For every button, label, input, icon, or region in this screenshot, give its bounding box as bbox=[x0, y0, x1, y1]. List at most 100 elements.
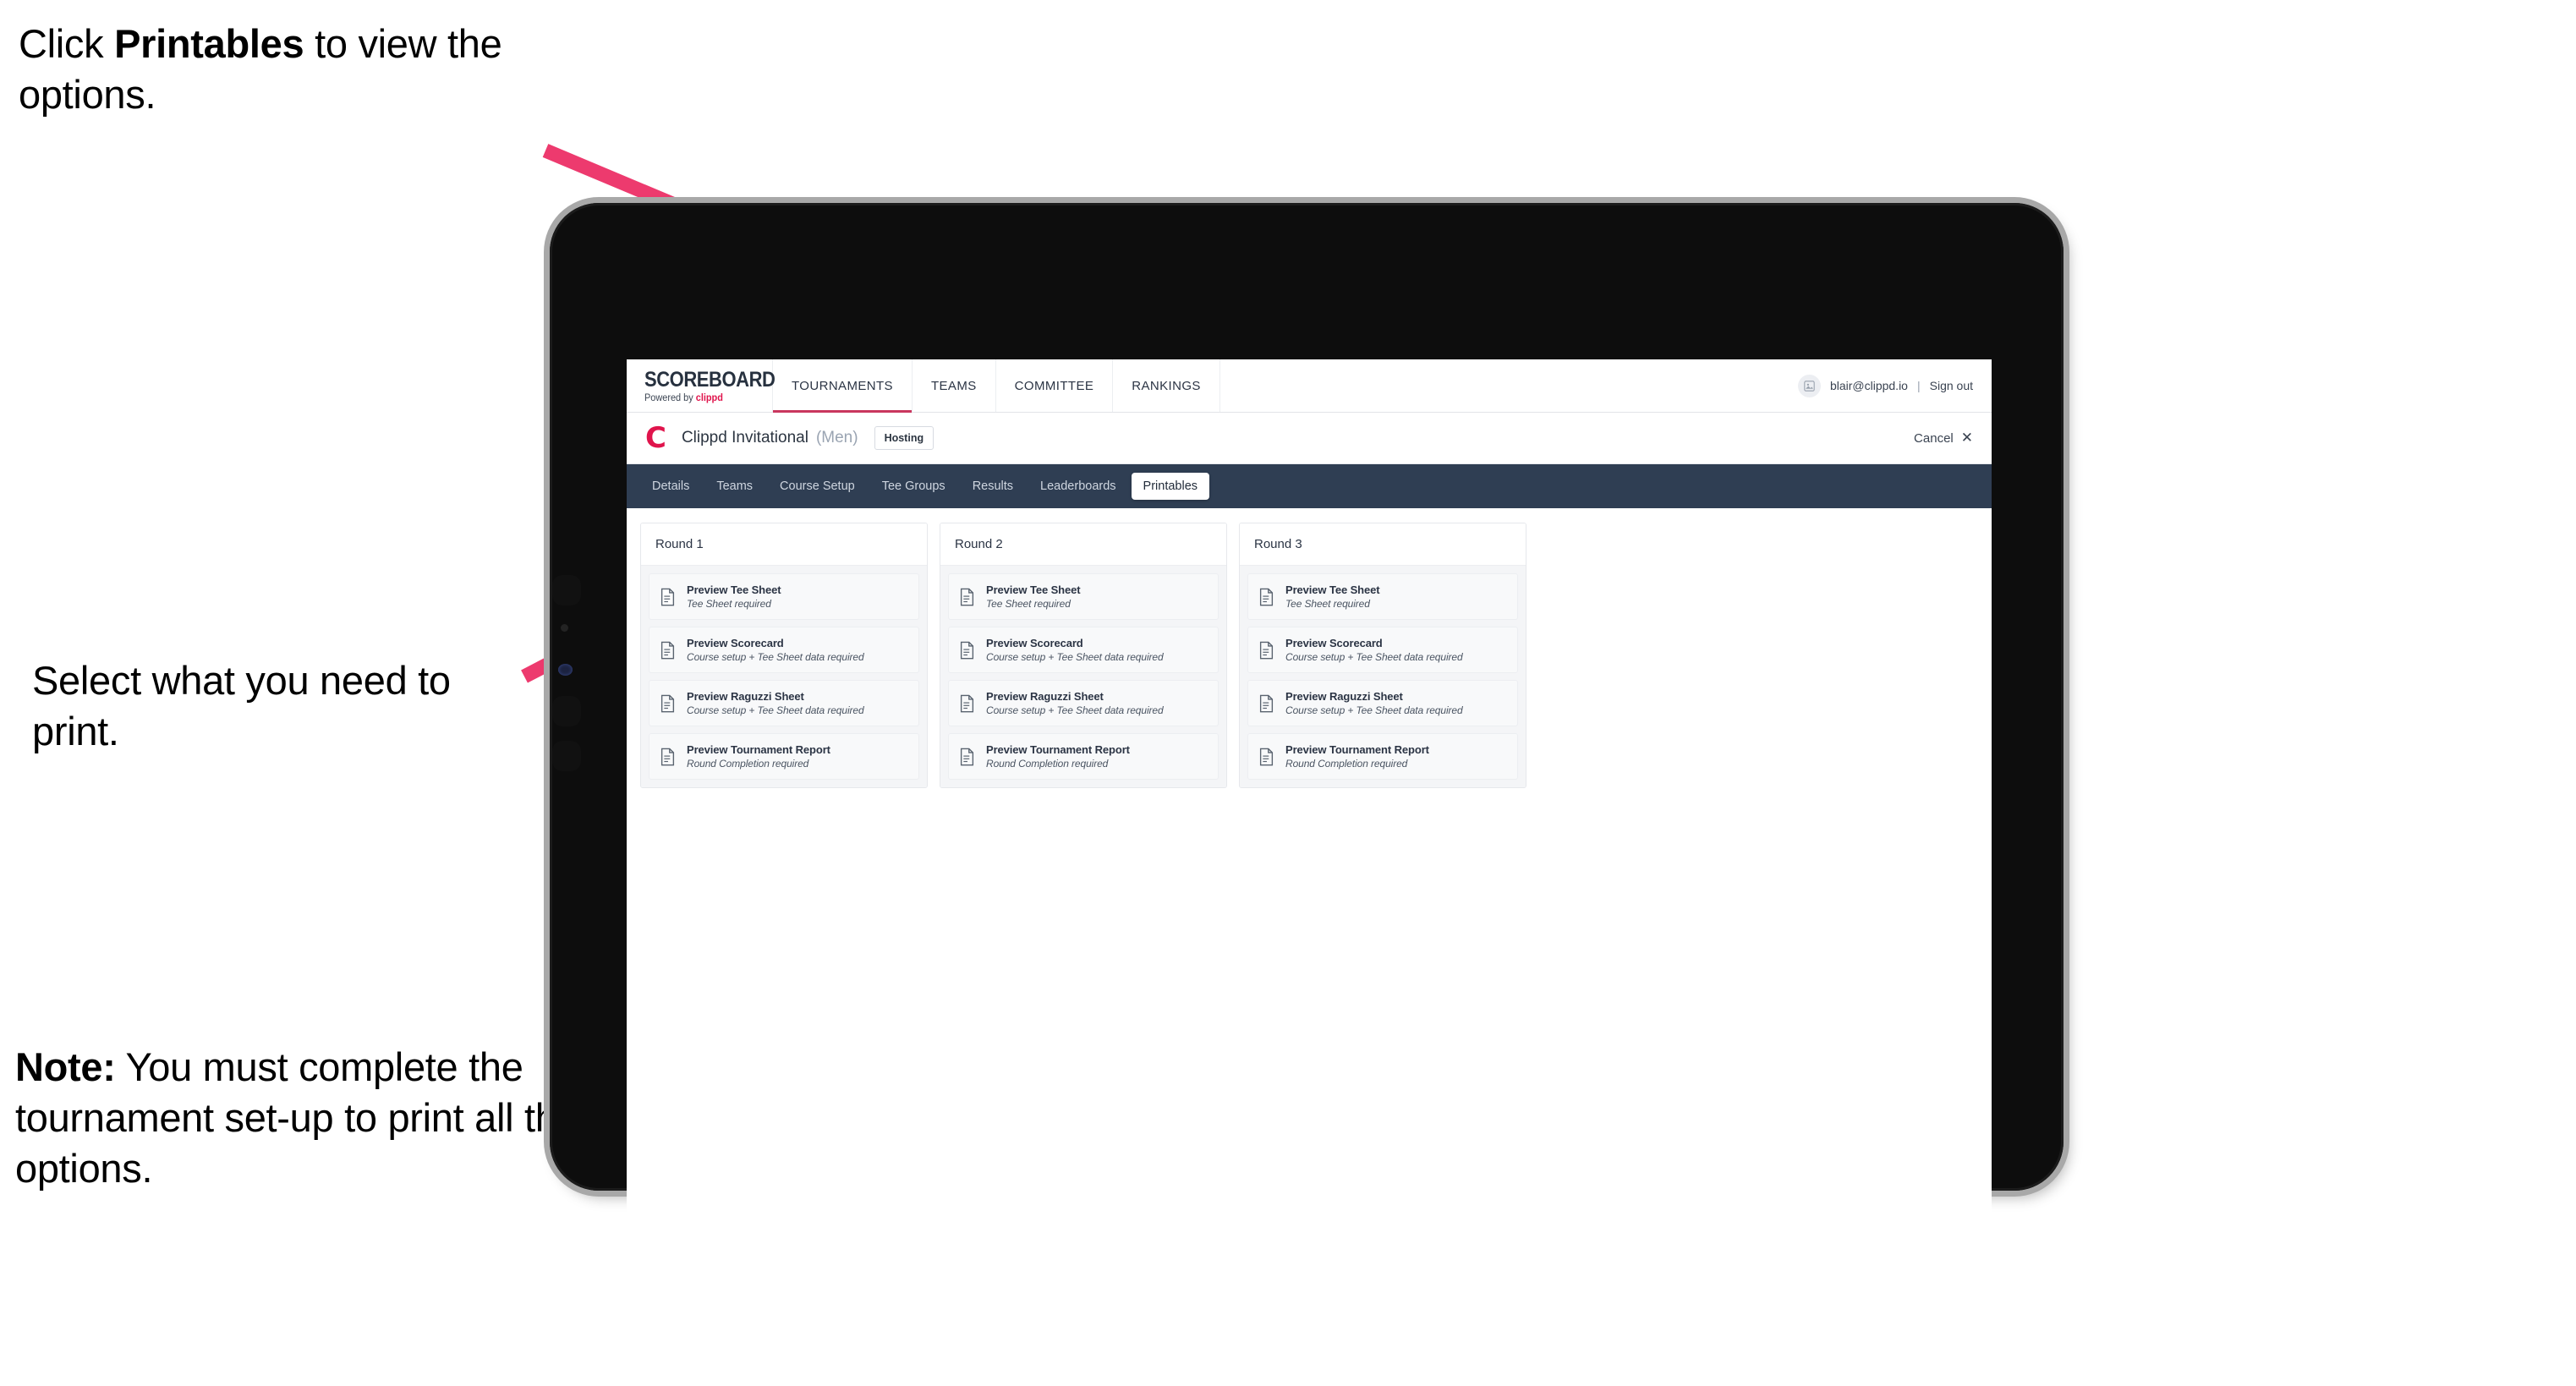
printable-item-requirement: Round Completion required bbox=[687, 758, 809, 770]
document-icon bbox=[960, 748, 974, 765]
logo-brand-clippd: clippd bbox=[695, 393, 723, 403]
printable-item-raguzzi-sheet[interactable]: Preview Raguzzi Sheet Course setup + Tee… bbox=[948, 680, 1219, 726]
document-icon bbox=[960, 588, 974, 605]
printable-item-tee-sheet[interactable]: Preview Tee Sheet Tee Sheet required bbox=[1247, 573, 1518, 620]
scoreboard-logo[interactable]: SCOREBOARD Powered by clippd bbox=[627, 359, 776, 412]
cancel-button[interactable]: Cancel ✕ bbox=[1914, 430, 1973, 446]
topnav-item-teams[interactable]: TEAMS bbox=[913, 359, 996, 412]
annotation-click-printables: Click Printables to view the options. bbox=[19, 19, 577, 120]
round-title: Round 3 bbox=[1240, 523, 1526, 566]
annotation-top-prefix: Click bbox=[19, 21, 115, 66]
tab-leaderboards[interactable]: Leaderboards bbox=[1028, 473, 1128, 500]
printable-item-title: Preview Raguzzi Sheet bbox=[986, 690, 1104, 703]
printable-item-title: Preview Tee Sheet bbox=[986, 583, 1081, 596]
printable-item-requirement: Course setup + Tee Sheet data required bbox=[986, 651, 1164, 663]
round-items-list: Preview Tee Sheet Tee Sheet required Pre… bbox=[1240, 566, 1526, 787]
printable-item-raguzzi-sheet[interactable]: Preview Raguzzi Sheet Course setup + Tee… bbox=[649, 680, 919, 726]
cancel-label: Cancel bbox=[1914, 430, 1954, 446]
printable-item-tournament-report[interactable]: Preview Tournament Report Round Completi… bbox=[1247, 733, 1518, 780]
topnav-item-committee[interactable]: COMMITTEE bbox=[996, 359, 1114, 412]
printable-item-requirement: Course setup + Tee Sheet data required bbox=[1285, 651, 1463, 663]
topnav-item-rankings[interactable]: RANKINGS bbox=[1113, 359, 1220, 412]
printable-item-tee-sheet[interactable]: Preview Tee Sheet Tee Sheet required bbox=[649, 573, 919, 620]
printable-item-raguzzi-sheet[interactable]: Preview Raguzzi Sheet Course setup + Tee… bbox=[1247, 680, 1518, 726]
annotation-top-bold: Printables bbox=[114, 21, 304, 66]
printable-item-text: Preview Tournament Report Round Completi… bbox=[687, 743, 830, 770]
logo-tagline: Powered by clippd bbox=[644, 393, 765, 403]
round-items-list: Preview Tee Sheet Tee Sheet required Pre… bbox=[641, 566, 927, 787]
printable-item-text: Preview Raguzzi Sheet Course setup + Tee… bbox=[1285, 690, 1463, 716]
round-title: Round 1 bbox=[641, 523, 927, 566]
tablet-side-button-middle[interactable] bbox=[552, 696, 581, 726]
annotation-select-what-to-print: Select what you need to print. bbox=[32, 658, 451, 754]
printable-item-requirement: Tee Sheet required bbox=[1285, 598, 1370, 610]
round-column: Round 1 Preview Tee Sheet Tee Sheet requ… bbox=[640, 523, 928, 788]
user-avatar-icon[interactable] bbox=[1797, 374, 1821, 397]
document-icon bbox=[660, 694, 675, 712]
tournament-tab-strip: Details Teams Course Setup Tee Groups Re… bbox=[627, 464, 1992, 508]
close-icon: ✕ bbox=[1960, 430, 1973, 446]
document-icon bbox=[660, 641, 675, 659]
sign-out-link[interactable]: Sign out bbox=[1930, 379, 1973, 392]
printable-item-title: Preview Scorecard bbox=[1285, 637, 1383, 649]
printable-item-scorecard[interactable]: Preview Scorecard Course setup + Tee She… bbox=[649, 627, 919, 673]
tournament-gender: (Men) bbox=[815, 429, 858, 446]
printable-item-title: Preview Scorecard bbox=[687, 637, 784, 649]
tab-details[interactable]: Details bbox=[640, 473, 701, 500]
tab-results[interactable]: Results bbox=[961, 473, 1025, 500]
printable-item-scorecard[interactable]: Preview Scorecard Course setup + Tee She… bbox=[1247, 627, 1518, 673]
round-title: Round 2 bbox=[940, 523, 1226, 566]
printable-item-tournament-report[interactable]: Preview Tournament Report Round Completi… bbox=[649, 733, 919, 780]
document-icon bbox=[660, 748, 675, 765]
tablet-camera-icon bbox=[561, 624, 568, 632]
tablet-side-button-bottom[interactable] bbox=[552, 741, 581, 771]
tab-tee-groups[interactable]: Tee Groups bbox=[870, 473, 957, 500]
tab-printables[interactable]: Printables bbox=[1131, 473, 1210, 500]
document-icon bbox=[960, 641, 974, 659]
tablet-device-frame: SCOREBOARD Powered by clippd TOURNAMENTS… bbox=[550, 203, 2064, 1366]
annotation-note-bold: Note: bbox=[15, 1044, 116, 1089]
topnav-item-tournaments[interactable]: TOURNAMENTS bbox=[773, 359, 913, 413]
printable-item-scorecard[interactable]: Preview Scorecard Course setup + Tee She… bbox=[948, 627, 1219, 673]
printable-item-title: Preview Scorecard bbox=[986, 637, 1083, 649]
tab-teams[interactable]: Teams bbox=[704, 473, 765, 500]
printable-item-title: Preview Tee Sheet bbox=[1285, 583, 1380, 596]
printable-item-title: Preview Raguzzi Sheet bbox=[687, 690, 804, 703]
printable-item-requirement: Tee Sheet required bbox=[687, 598, 771, 610]
printable-item-requirement: Course setup + Tee Sheet data required bbox=[687, 651, 864, 663]
printable-item-title: Preview Tee Sheet bbox=[687, 583, 781, 596]
round-items-list: Preview Tee Sheet Tee Sheet required Pre… bbox=[940, 566, 1226, 787]
printable-item-tee-sheet[interactable]: Preview Tee Sheet Tee Sheet required bbox=[948, 573, 1219, 620]
printable-item-requirement: Course setup + Tee Sheet data required bbox=[687, 704, 864, 716]
logo-wordmark: SCOREBOARD bbox=[644, 368, 776, 392]
tournament-title: Clippd Invitational bbox=[681, 429, 808, 446]
printable-item-requirement: Round Completion required bbox=[1285, 758, 1408, 770]
printable-item-text: Preview Tournament Report Round Completi… bbox=[1285, 743, 1429, 770]
tablet-screen: SCOREBOARD Powered by clippd TOURNAMENTS… bbox=[627, 359, 1992, 1366]
printable-item-text: Preview Scorecard Course setup + Tee She… bbox=[1285, 637, 1463, 663]
printable-item-text: Preview Scorecard Course setup + Tee She… bbox=[687, 637, 864, 663]
tab-course-setup[interactable]: Course Setup bbox=[768, 473, 867, 500]
printable-item-title: Preview Tournament Report bbox=[1285, 743, 1429, 756]
top-navigation-bar: SCOREBOARD Powered by clippd TOURNAMENTS… bbox=[627, 359, 1992, 413]
tablet-sensor-icon bbox=[558, 664, 573, 676]
user-account-area: blair@clippd.io | Sign out bbox=[1797, 359, 1992, 412]
printable-item-requirement: Course setup + Tee Sheet data required bbox=[986, 704, 1164, 716]
printable-item-text: Preview Scorecard Course setup + Tee She… bbox=[986, 637, 1164, 663]
document-icon bbox=[1259, 748, 1274, 765]
user-separator: | bbox=[1916, 379, 1921, 392]
printable-item-text: Preview Tee Sheet Tee Sheet required bbox=[986, 583, 1081, 610]
printable-item-text: Preview Tournament Report Round Completi… bbox=[986, 743, 1130, 770]
status-badge-hosting: Hosting bbox=[874, 426, 934, 450]
printable-item-text: Preview Raguzzi Sheet Course setup + Tee… bbox=[687, 690, 864, 716]
printable-item-requirement: Round Completion required bbox=[986, 758, 1109, 770]
tablet-side-button-top[interactable] bbox=[552, 575, 581, 605]
printable-item-tournament-report[interactable]: Preview Tournament Report Round Completi… bbox=[948, 733, 1219, 780]
printable-item-requirement: Course setup + Tee Sheet data required bbox=[1285, 704, 1463, 716]
printable-item-requirement: Tee Sheet required bbox=[986, 598, 1071, 610]
document-icon bbox=[1259, 641, 1274, 659]
printable-item-title: Preview Tournament Report bbox=[687, 743, 830, 756]
printable-item-title: Preview Raguzzi Sheet bbox=[1285, 690, 1403, 703]
printables-rounds-container: Round 1 Preview Tee Sheet Tee Sheet requ… bbox=[627, 508, 1992, 803]
document-icon bbox=[660, 588, 675, 605]
